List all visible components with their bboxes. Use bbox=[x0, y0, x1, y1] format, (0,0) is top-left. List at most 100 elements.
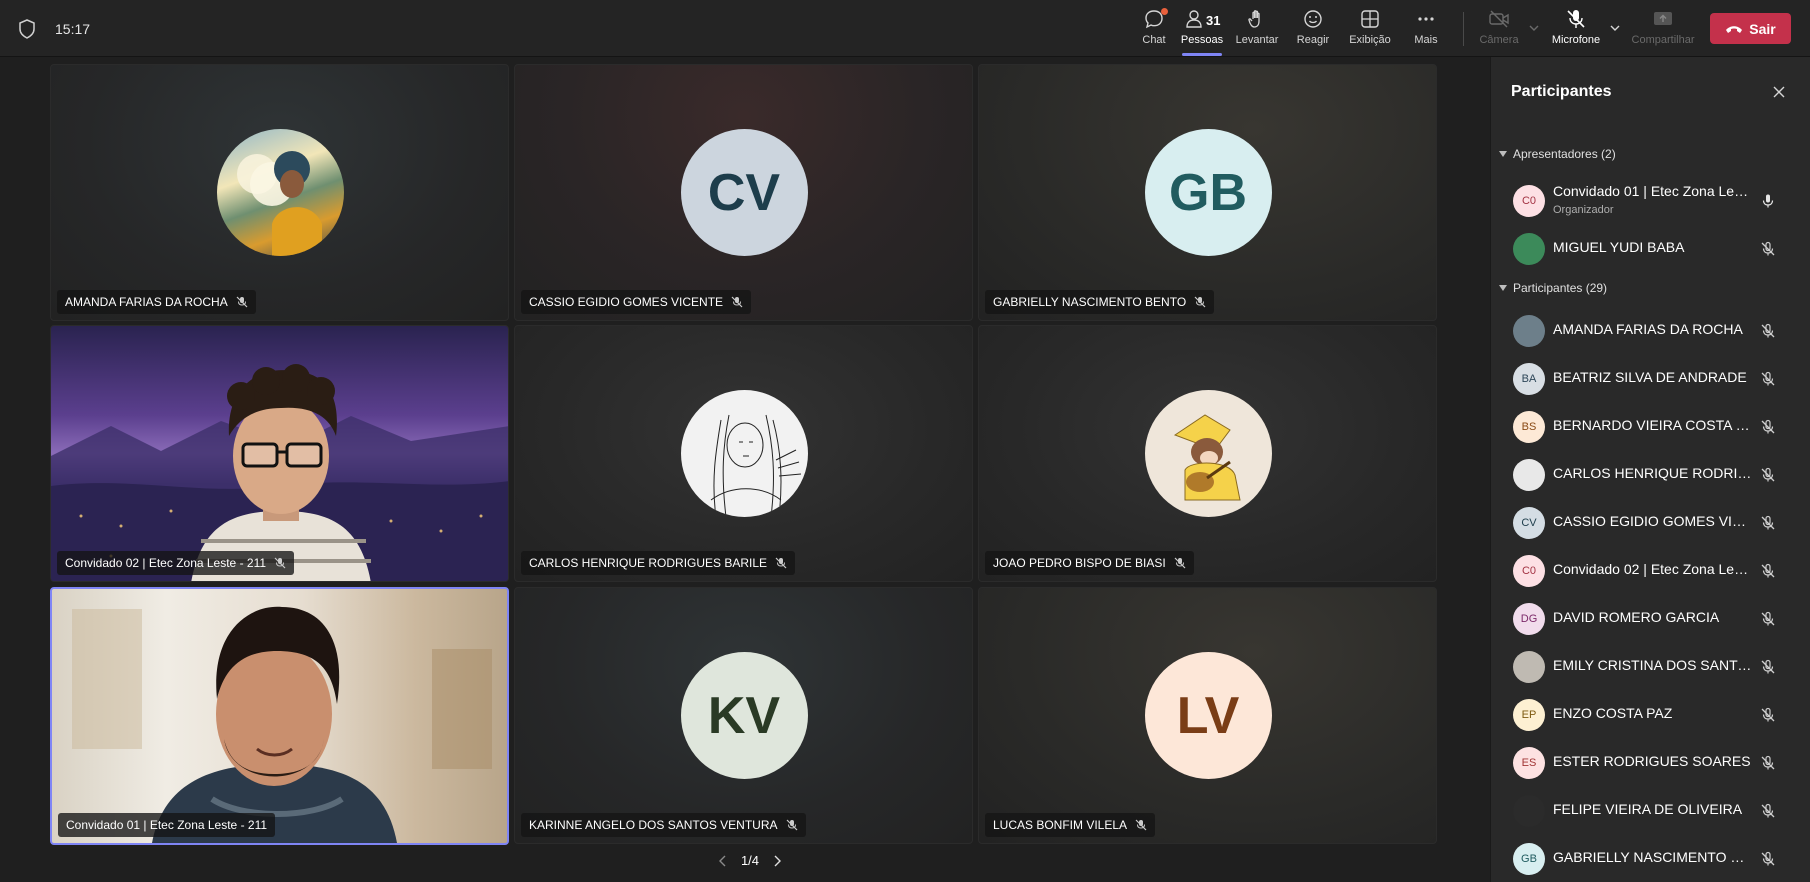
participant-list-item[interactable]: C0 Convidado 02 | Etec Zona Lest... bbox=[1491, 547, 1810, 595]
photo-avatar bbox=[1513, 459, 1545, 491]
participant-list-item[interactable]: GB GABRIELLY NASCIMENTO BEN... bbox=[1491, 835, 1810, 882]
initials-avatar: GB bbox=[1144, 129, 1272, 256]
video-feed-person-beard bbox=[72, 606, 492, 843]
mic-muted-icon bbox=[775, 557, 787, 569]
participant-tile[interactable]: Convidado 02 | Etec Zona Leste - 211 bbox=[50, 325, 509, 582]
participant-name: BERNARDO VIEIRA COSTA DO... bbox=[1553, 417, 1753, 433]
mic-muted-icon bbox=[236, 296, 248, 308]
meeting-timer: 15:17 bbox=[55, 21, 91, 37]
more-button[interactable]: Mais bbox=[1404, 8, 1448, 52]
photo-avatar bbox=[1513, 315, 1545, 347]
panel-title: Participantes bbox=[1511, 83, 1612, 100]
participant-list-item[interactable]: DG DAVID ROMERO GARCIA bbox=[1491, 595, 1810, 643]
initials-avatar: BA bbox=[1513, 363, 1545, 395]
mic-muted-icon bbox=[1135, 819, 1147, 831]
tile-nameplate: KARINNE ANGELO DOS SANTOS VENTURA bbox=[521, 813, 806, 837]
anime-avatar-image bbox=[216, 129, 344, 256]
initials-avatar: C0 bbox=[1513, 185, 1545, 217]
participant-list-item[interactable]: MIGUEL YUDI BABA bbox=[1491, 225, 1810, 273]
participant-tile[interactable]: GB GABRIELLY NASCIMENTO BENTO bbox=[978, 64, 1437, 321]
tile-participant-name: KARINNE ANGELO DOS SANTOS VENTURA bbox=[529, 818, 778, 832]
gallery-pager: 1/4 bbox=[710, 853, 790, 868]
participant-tile[interactable]: KV KARINNE ANGELO DOS SANTOS VENTURA bbox=[514, 587, 973, 844]
participant-tile[interactable]: Convidado 01 | Etec Zona Leste - 211 bbox=[50, 587, 509, 845]
participant-name: EMILY CRISTINA DOS SANTOS... bbox=[1553, 657, 1753, 673]
tile-nameplate: CARLOS HENRIQUE RODRIGUES BARILE bbox=[521, 551, 796, 575]
participant-list-item[interactable]: CARLOS HENRIQUE RODRIGU... bbox=[1491, 451, 1810, 499]
participant-tile[interactable]: JOAO PEDRO BISPO DE BIASI bbox=[978, 325, 1437, 582]
photo-avatar bbox=[1513, 795, 1545, 827]
people-label: Pessoas bbox=[1180, 34, 1224, 46]
initials-avatar: DG bbox=[1513, 603, 1545, 635]
tile-nameplate: Convidado 02 | Etec Zona Leste - 211 bbox=[57, 551, 295, 575]
participant-list-item[interactable]: BS BERNARDO VIEIRA COSTA DO... bbox=[1491, 403, 1810, 451]
participant-list-item[interactable]: FELIPE VIEIRA DE OLIVEIRA bbox=[1491, 787, 1810, 835]
raise-hand-button[interactable]: Levantar bbox=[1232, 8, 1282, 52]
tile-participant-name: CASSIO EGIDIO GOMES VICENTE bbox=[529, 295, 724, 309]
tile-nameplate: AMANDA FARIAS DA ROCHA bbox=[57, 290, 256, 314]
react-button[interactable]: Reagir bbox=[1290, 8, 1336, 52]
participants-panel: Participantes Apresentadores (2) C0 Convi… bbox=[1490, 57, 1810, 882]
mic-muted-icon bbox=[1760, 659, 1776, 675]
participant-name: BEATRIZ SILVA DE ANDRADE bbox=[1553, 369, 1747, 385]
mic-muted-icon bbox=[274, 557, 286, 569]
people-count: 31 bbox=[1206, 13, 1221, 28]
microphone-button[interactable]: Microfone bbox=[1548, 8, 1604, 52]
participants-section-header[interactable]: Participantes (29) bbox=[1499, 281, 1607, 295]
initials-avatar: ES bbox=[1513, 747, 1545, 779]
participant-list-item[interactable]: C0 Convidado 01 | Etec Zona Lest... Organi… bbox=[1491, 177, 1810, 225]
smiley-icon bbox=[1304, 10, 1322, 28]
participant-list-item[interactable]: EP ENZO COSTA PAZ bbox=[1491, 691, 1810, 739]
manga-avatar-image bbox=[680, 390, 808, 517]
chevron-left-icon[interactable] bbox=[718, 855, 727, 867]
microphone-label: Microfone bbox=[1551, 34, 1601, 46]
participant-name: CASSIO EGIDIO GOMES VICE... bbox=[1553, 513, 1753, 529]
participant-tile[interactable]: CV CASSIO EGIDIO GOMES VICENTE bbox=[514, 64, 973, 321]
mic-muted-icon bbox=[1760, 563, 1776, 579]
mic-muted-icon bbox=[1760, 467, 1776, 483]
participant-name: FELIPE VIEIRA DE OLIVEIRA bbox=[1553, 801, 1743, 817]
avatar-initials: GB bbox=[1169, 163, 1247, 222]
microphone-options-chevron-icon[interactable] bbox=[1610, 24, 1620, 32]
avatar-initials: KV bbox=[707, 686, 781, 745]
photo-avatar bbox=[1513, 233, 1545, 265]
initials-avatar: CV bbox=[680, 129, 808, 256]
active-tab-indicator bbox=[1182, 53, 1222, 56]
mic-muted-icon bbox=[1760, 755, 1776, 771]
initials-avatar: CV bbox=[1513, 507, 1545, 539]
participant-list-item[interactable]: AMANDA FARIAS DA ROCHA bbox=[1491, 307, 1810, 355]
participant-list-item[interactable]: BA BEATRIZ SILVA DE ANDRADE bbox=[1491, 355, 1810, 403]
camera-button[interactable]: Câmera bbox=[1474, 8, 1524, 52]
participant-list-item[interactable]: CV CASSIO EGIDIO GOMES VICE... bbox=[1491, 499, 1810, 547]
chevron-right-icon[interactable] bbox=[773, 855, 782, 867]
participant-tile[interactable]: LV LUCAS BONFIM VILELA bbox=[978, 587, 1437, 844]
mic-muted-icon bbox=[1760, 241, 1776, 257]
view-button[interactable]: Exibição bbox=[1346, 8, 1394, 52]
participant-name: ESTER RODRIGUES SOARES bbox=[1553, 753, 1751, 769]
caret-down-icon bbox=[1499, 285, 1507, 291]
presenters-header-label: Apresentadores (2) bbox=[1513, 147, 1616, 161]
raise-hand-label: Levantar bbox=[1235, 34, 1279, 46]
initials-avatar: BS bbox=[1513, 411, 1545, 443]
chat-button[interactable]: Chat bbox=[1132, 8, 1176, 52]
participant-name: ENZO COSTA PAZ bbox=[1553, 705, 1673, 721]
participant-tile[interactable]: AMANDA FARIAS DA ROCHA bbox=[50, 64, 509, 321]
tile-participant-name: GABRIELLY NASCIMENTO BENTO bbox=[993, 295, 1187, 309]
mic-muted-icon bbox=[1760, 851, 1776, 867]
share-screen-icon bbox=[1654, 12, 1672, 25]
leave-button[interactable]: Sair bbox=[1710, 13, 1791, 44]
participant-list-item[interactable]: EMILY CRISTINA DOS SANTOS... bbox=[1491, 643, 1810, 691]
video-feed-person-glasses bbox=[51, 364, 508, 581]
initials-avatar: EP bbox=[1513, 699, 1545, 731]
share-button[interactable]: Compartilhar bbox=[1630, 8, 1696, 52]
participant-tile[interactable]: CARLOS HENRIQUE RODRIGUES BARILE bbox=[514, 325, 973, 582]
participant-list-item[interactable]: ES ESTER RODRIGUES SOARES bbox=[1491, 739, 1810, 787]
tile-participant-name: Convidado 02 | Etec Zona Leste - 211 bbox=[65, 556, 267, 570]
initials-avatar: KV bbox=[680, 652, 808, 779]
presenters-section-header[interactable]: Apresentadores (2) bbox=[1499, 147, 1616, 161]
video-stage: AMANDA FARIAS DA ROCHA CV CASSIO EGIDIO … bbox=[0, 57, 1490, 882]
chat-notification-dot bbox=[1161, 8, 1168, 15]
close-icon[interactable] bbox=[1771, 84, 1787, 100]
tile-participant-name: CARLOS HENRIQUE RODRIGUES BARILE bbox=[529, 556, 768, 570]
camera-options-chevron-icon[interactable] bbox=[1529, 24, 1539, 32]
